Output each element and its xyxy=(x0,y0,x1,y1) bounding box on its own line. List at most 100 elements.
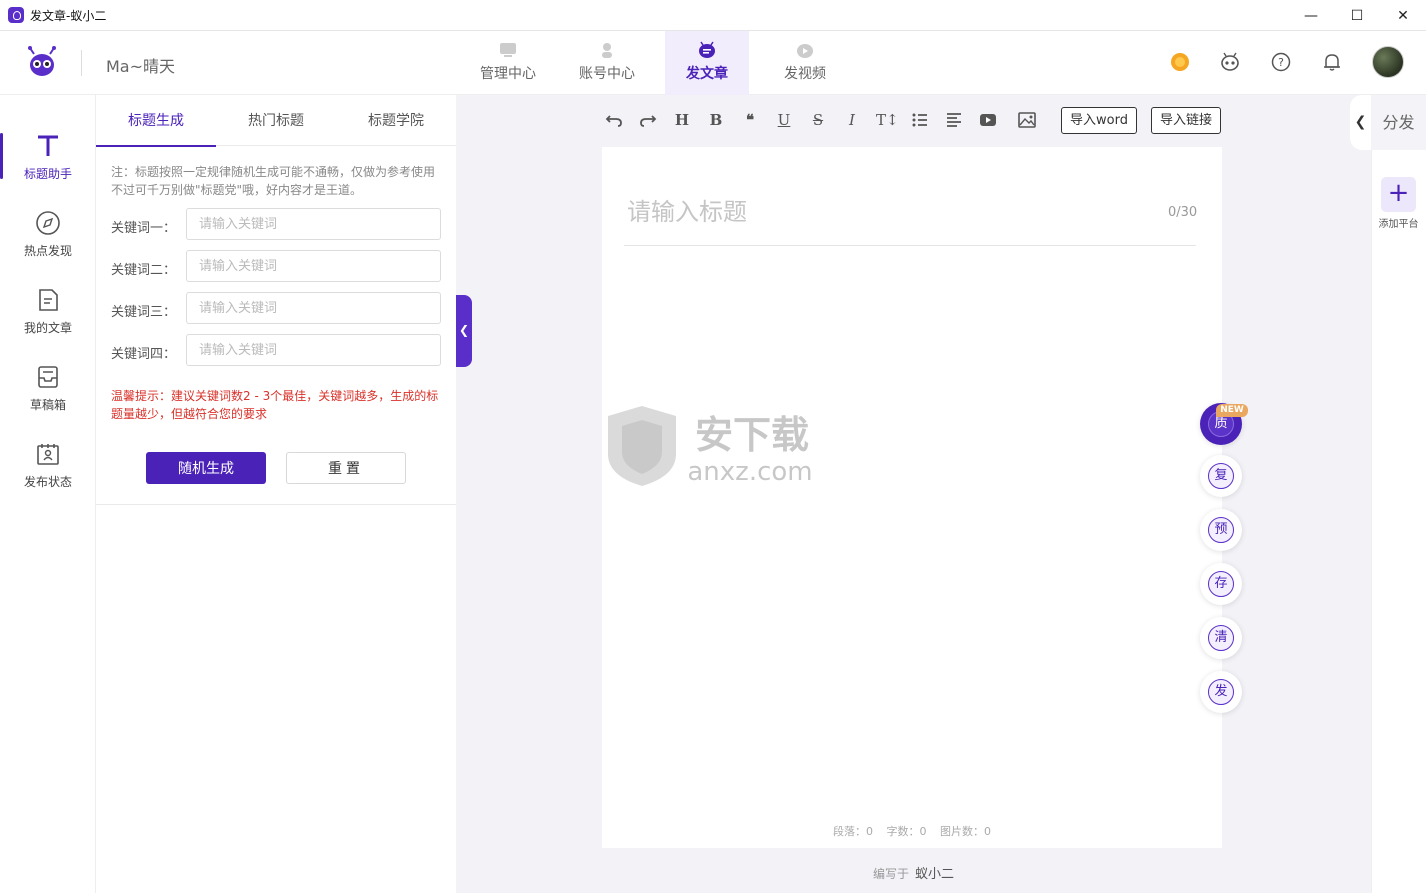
rail-item-hot-discovery[interactable]: 热点发现 xyxy=(0,210,96,280)
window-title: 发文章-蚁小二 xyxy=(30,9,107,23)
left-icon-rail: 标题助手 热点发现 我的文章 草稿箱 发布状态 xyxy=(0,95,96,893)
save-button[interactable]: 存 xyxy=(1200,563,1242,605)
list-icon[interactable] xyxy=(910,110,930,130)
robot-icon[interactable] xyxy=(1219,51,1241,73)
image-count: 图片数：0 xyxy=(940,825,991,838)
minimize-button[interactable]: — xyxy=(1288,0,1334,31)
video-icon xyxy=(797,44,813,58)
title-t-icon xyxy=(38,135,58,156)
nav-label: 发视频 xyxy=(784,66,826,82)
username[interactable]: Ma~晴天 xyxy=(106,53,175,77)
panel-tabs: 标题生成 热门标题 标题学院 xyxy=(96,95,456,147)
clear-button[interactable]: 清 xyxy=(1200,617,1242,659)
rail-item-my-articles[interactable]: 我的文章 xyxy=(0,287,96,357)
brand-logo-icon[interactable] xyxy=(24,44,60,80)
article-icon xyxy=(699,41,715,58)
coin-icon[interactable] xyxy=(1169,51,1191,73)
chevron-left-icon[interactable]: ❮ xyxy=(1350,95,1371,150)
editor-stats: 段落：0 字数：0 图片数：0 xyxy=(602,823,1222,839)
nav-label: 账号中心 xyxy=(579,66,635,82)
keyword-2-input[interactable] xyxy=(186,250,441,282)
duplicate-check-button[interactable]: 复 xyxy=(1200,455,1242,497)
nav-post-article[interactable]: 发文章 xyxy=(665,31,749,95)
clear-label: 清 xyxy=(1208,625,1234,651)
strikethrough-icon[interactable]: S xyxy=(808,110,828,130)
watermark-domain: anxz.com xyxy=(687,457,812,487)
header-divider xyxy=(81,50,82,76)
publish-button[interactable]: 发 xyxy=(1200,671,1242,713)
author-name: 蚁小二 xyxy=(915,867,955,882)
user-icon xyxy=(602,43,612,58)
import-link-button[interactable]: 导入链接 xyxy=(1151,107,1222,134)
usage-note: 注：标题按照一定规律随机生成可能不通畅，仅做为参考使用不过可千万别做"标题党"哦… xyxy=(111,165,436,197)
tab-title-academy[interactable]: 标题学院 xyxy=(336,95,456,146)
save-label: 存 xyxy=(1208,571,1234,597)
image-icon[interactable] xyxy=(1017,110,1037,130)
new-badge: NEW xyxy=(1216,404,1248,417)
undo-icon[interactable] xyxy=(604,110,624,130)
nav-account-center[interactable]: 账号中心 xyxy=(565,31,649,95)
keyword-4-label: 关键词四： xyxy=(111,347,177,362)
video-embed-icon[interactable] xyxy=(978,110,998,130)
rail-label: 草稿箱 xyxy=(29,398,66,412)
add-platform-button[interactable]: + xyxy=(1381,177,1416,212)
duplicate-label: 复 xyxy=(1208,463,1234,489)
distribute-title: 分发 xyxy=(1371,95,1426,150)
inbox-icon xyxy=(38,366,58,388)
rail-item-title-assistant[interactable]: 标题助手 xyxy=(0,133,96,203)
maximize-button[interactable]: ☐ xyxy=(1334,0,1380,31)
author-line: 编写于 蚁小二 xyxy=(456,863,1371,882)
author-prefix: 编写于 xyxy=(872,867,909,881)
reset-button[interactable]: 重置 xyxy=(286,452,406,484)
italic-icon[interactable]: I xyxy=(842,110,862,130)
heading-icon[interactable]: H xyxy=(672,110,692,130)
align-icon[interactable] xyxy=(944,110,964,130)
nav-manage-center[interactable]: 管理中心 xyxy=(466,31,550,95)
bell-icon[interactable] xyxy=(1321,51,1343,73)
article-title-input[interactable] xyxy=(627,192,1147,232)
warm-tip: 温馨提示：建议关键词数2 - 3个最佳，关键词越多，生成的标题量越少，但越符合您… xyxy=(111,389,439,421)
rail-item-publish-status[interactable]: 发布状态 xyxy=(0,441,96,511)
nav-label: 管理中心 xyxy=(480,66,536,82)
tab-title-generate[interactable]: 标题生成 xyxy=(96,95,216,147)
app-header: Ma~晴天 管理中心 账号中心 发文章 发视频 ? xyxy=(0,31,1426,95)
watermark-text: 安下载 xyxy=(695,413,809,457)
bold-icon[interactable]: B xyxy=(706,110,726,130)
calendar-user-icon xyxy=(37,444,59,465)
keyword-2-label: 关键词二： xyxy=(111,263,177,278)
nav-label: 发文章 xyxy=(686,66,728,82)
avatar[interactable] xyxy=(1372,46,1404,78)
rail-label: 标题助手 xyxy=(23,167,72,181)
add-platform-label: 添加平台 xyxy=(1378,219,1419,230)
keyword-4-input[interactable] xyxy=(186,334,441,366)
redo-icon[interactable] xyxy=(638,110,658,130)
underline-icon[interactable]: U xyxy=(774,110,794,130)
keyword-3-input[interactable] xyxy=(186,292,441,324)
preview-label: 预 xyxy=(1208,517,1234,543)
editor-paper: 0/30 段落：0 字数：0 图片数：0 xyxy=(602,147,1222,848)
title-underline xyxy=(624,245,1196,246)
preview-button[interactable]: 预 xyxy=(1200,509,1242,551)
rail-label: 热点发现 xyxy=(23,244,72,258)
tab-hot-titles[interactable]: 热门标题 xyxy=(216,95,336,146)
close-button[interactable]: ✕ xyxy=(1380,0,1426,31)
window-titlebar: 发文章-蚁小二 — ☐ ✕ xyxy=(0,0,1426,31)
import-word-button[interactable]: 导入word xyxy=(1061,107,1137,134)
paragraph-count: 段落：0 xyxy=(833,825,873,838)
collapse-panel-button[interactable]: ❮ xyxy=(456,295,472,367)
rail-label: 发布状态 xyxy=(23,475,72,489)
title-char-counter: 0/30 xyxy=(1168,205,1198,220)
compass-icon xyxy=(36,211,60,235)
quote-icon[interactable]: ❝ xyxy=(740,110,760,130)
rail-item-drafts[interactable]: 草稿箱 xyxy=(0,364,96,434)
font-size-icon[interactable]: T↕ xyxy=(876,110,899,130)
panel-divider xyxy=(96,504,456,505)
app-logo-icon xyxy=(8,7,24,23)
monitor-icon xyxy=(500,43,516,57)
random-generate-button[interactable]: 随机生成 xyxy=(146,452,266,484)
nav-post-video[interactable]: 发视频 xyxy=(763,31,847,95)
svg-text:?: ? xyxy=(1278,56,1284,69)
help-icon[interactable]: ? xyxy=(1270,51,1292,73)
keyword-1-input[interactable] xyxy=(186,208,441,240)
rail-label: 我的文章 xyxy=(23,321,72,335)
